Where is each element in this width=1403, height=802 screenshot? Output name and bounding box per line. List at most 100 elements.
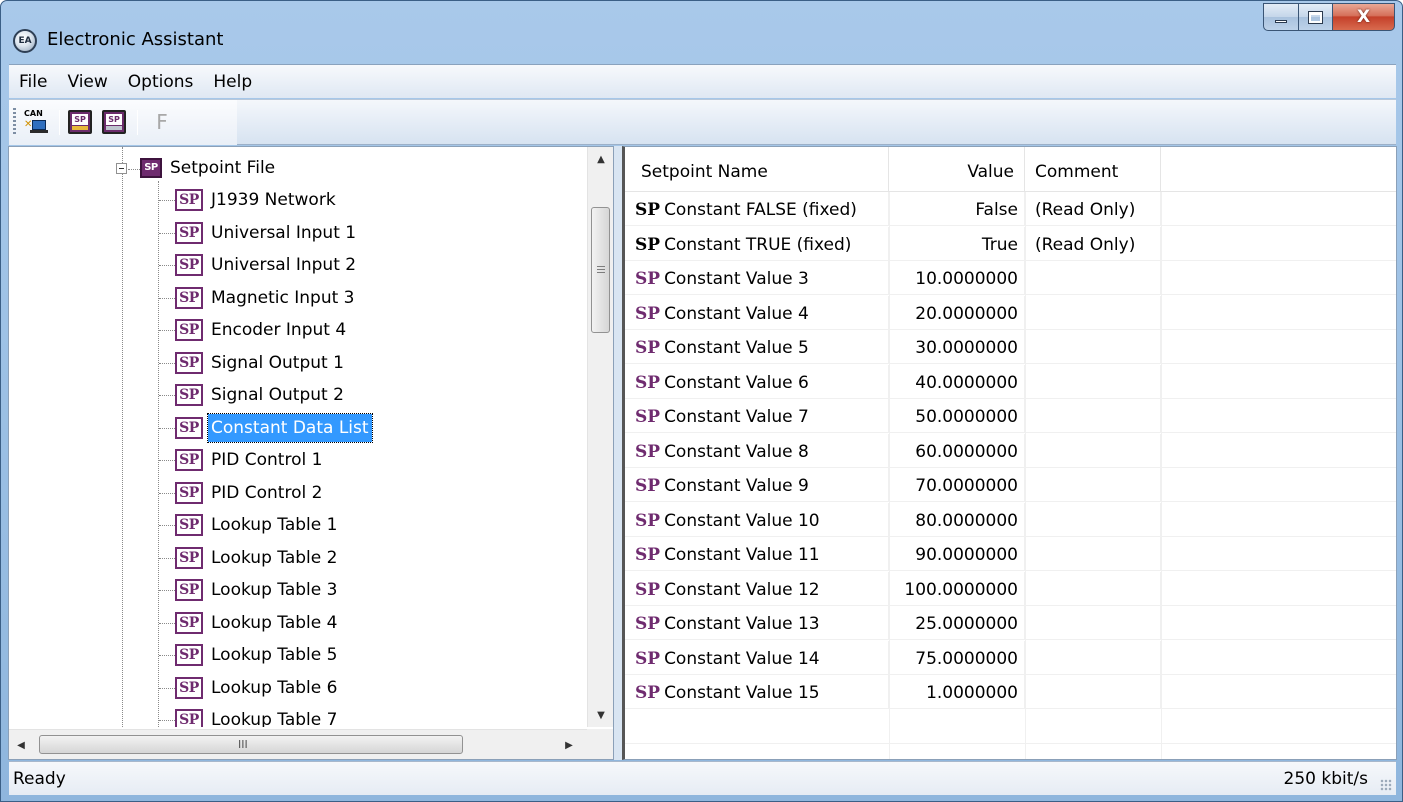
tree-item-label: J1939 Network	[211, 190, 336, 210]
setpoint-icon: SP	[175, 676, 203, 699]
list-row[interactable]: SP Constant Value 8 60.0000000	[625, 433, 1396, 468]
menu-view[interactable]: View	[57, 67, 117, 97]
maximize-button[interactable]	[1299, 3, 1333, 31]
setpoint-comment-cell	[1025, 537, 1161, 571]
tree-item[interactable]: SP PID Control 1	[175, 445, 325, 475]
setpoint-name-cell: SP Constant Value 6	[625, 364, 889, 399]
tree-item[interactable]: SP Constant Data List	[175, 412, 373, 443]
list-row[interactable]: SP Constant Value 5 30.0000000	[625, 330, 1396, 364]
list-row[interactable]: SP Constant TRUE (fixed) True (Read Only)	[625, 226, 1396, 261]
tree-item[interactable]: SP Lookup Table 4	[175, 608, 340, 638]
tree-item[interactable]: SP Lookup Table 6	[175, 673, 340, 703]
tree-item-label: Encoder Input 4	[211, 320, 347, 340]
tree-item[interactable]: SP Signal Output 2	[175, 380, 347, 410]
column-header-value[interactable]: Value	[889, 147, 1025, 192]
scroll-up-arrow-icon[interactable]: ▲	[588, 147, 613, 171]
tree-item[interactable]: SP Lookup Table 3	[175, 575, 340, 605]
setpoint-name-cell: SP Constant Value 9	[625, 468, 889, 502]
setpoint-icon: SP	[175, 384, 203, 406]
save-setpoint-button[interactable]: SP	[99, 107, 129, 137]
tree-item[interactable]: SP PID Control 2	[175, 478, 325, 508]
tree-root-setpoint-file[interactable]: SP Setpoint File	[140, 153, 278, 183]
scroll-left-arrow-icon[interactable]: ◀	[9, 730, 33, 759]
column-header-setpoint-name[interactable]: Setpoint Name	[625, 147, 889, 192]
scroll-corner	[587, 729, 613, 759]
tree-vertical-scrollbar[interactable]: ▲ ▼	[587, 147, 613, 727]
setpoint-type-icon: SP	[635, 200, 661, 220]
tree-item[interactable]: SP Encoder Input 4	[175, 315, 349, 345]
setpoint-name: Constant Value 5	[664, 338, 809, 358]
scroll-right-arrow-icon[interactable]: ▶	[557, 730, 581, 759]
tree-item[interactable]: SP Lookup Table 7	[175, 705, 340, 727]
tree-hscroll-thumb[interactable]: III	[39, 735, 463, 754]
tree-item[interactable]: SP Signal Output 1	[175, 348, 347, 378]
tree-line	[159, 427, 175, 429]
can-connect-button[interactable]: CAN ✕	[21, 107, 51, 137]
setpoint-icon: SP	[175, 644, 203, 666]
list-row[interactable]: SP Constant Value 14 75.0000000	[625, 640, 1396, 675]
setpoint-value-cell: 60.0000000	[889, 433, 1025, 468]
resize-grip-icon[interactable]	[1380, 779, 1392, 791]
open-setpoint-button[interactable]: SP	[65, 107, 95, 137]
tree-item[interactable]: SP Universal Input 2	[175, 250, 359, 280]
tree-horizontal-scrollbar[interactable]: ◀ III ▶	[9, 729, 587, 759]
setpoint-icon: SP	[175, 579, 203, 601]
tree-item[interactable]: SP Universal Input 1	[175, 218, 359, 248]
tree-item-label: Lookup Table 6	[211, 677, 338, 698]
list-row[interactable]: SP Constant Value 4 20.0000000	[625, 295, 1396, 330]
close-button[interactable]: X	[1333, 3, 1395, 31]
setpoint-name-cell: SP Constant Value 10	[625, 502, 889, 537]
list-row[interactable]: SP Constant Value 15 1.0000000	[625, 675, 1396, 709]
list-row[interactable]: SP Constant Value 13 25.0000000	[625, 606, 1396, 640]
list-row[interactable]: SP Constant Value 10 80.0000000	[625, 502, 1396, 537]
list-header: Setpoint Name Value Comment	[625, 147, 1396, 192]
save-setpoint-icon: SP	[102, 110, 126, 134]
tree-vscroll-thumb[interactable]	[591, 207, 610, 333]
list-row[interactable]: SP Constant Value 7 50.0000000	[625, 399, 1396, 433]
list-row[interactable]: SP Constant FALSE (fixed) False (Read Only)	[625, 192, 1396, 226]
setpoint-comment-cell	[1025, 571, 1161, 606]
menu-file[interactable]: File	[9, 67, 57, 97]
list-row[interactable]: SP Constant Value 11 90.0000000	[625, 537, 1396, 571]
setpoint-comment-cell	[1025, 502, 1161, 537]
tree-item[interactable]: SP Lookup Table 5	[175, 640, 340, 670]
tree-line	[159, 590, 175, 591]
setpoint-comment-cell	[1025, 364, 1161, 399]
setpoint-type-icon: SP	[635, 338, 661, 358]
setpoint-file-icon: SP	[140, 158, 162, 178]
toolbar-separator	[59, 110, 60, 135]
setpoint-type-icon: SP	[635, 269, 661, 289]
f-button[interactable]: F	[147, 107, 177, 137]
toolbar-grip[interactable]	[13, 108, 16, 136]
column-header-comment[interactable]: Comment	[1025, 147, 1161, 192]
title-bar: EA Electronic Assistant X	[1, 1, 1402, 63]
setpoint-icon: SP	[175, 611, 203, 634]
tree-line	[159, 460, 175, 461]
scroll-down-arrow-icon[interactable]: ▼	[588, 703, 613, 727]
minimize-button[interactable]	[1263, 3, 1299, 31]
setpoint-value-cell: 90.0000000	[889, 537, 1025, 571]
list-row-empty	[625, 710, 1396, 744]
collapse-toggle[interactable]	[116, 163, 127, 174]
list-row[interactable]: SP Constant Value 9 70.0000000	[625, 468, 1396, 502]
setpoint-value-cell: 75.0000000	[889, 640, 1025, 675]
list-row[interactable]: SP Constant Value 12 100.0000000	[625, 571, 1396, 606]
menu-help[interactable]: Help	[203, 67, 262, 97]
window-controls: X	[1263, 3, 1395, 31]
setpoint-name-cell: SP Constant Value 5	[625, 330, 889, 364]
list-row[interactable]: SP Constant Value 3 10.0000000	[625, 261, 1396, 295]
setpoint-name-cell: SP Constant Value 15	[625, 675, 889, 709]
setpoint-name-cell: SP Constant Value 11	[625, 537, 889, 571]
tree-item-label: Lookup Table 3	[211, 580, 338, 600]
setpoint-value-cell: 70.0000000	[889, 468, 1025, 502]
tree-item[interactable]: SP J1939 Network	[175, 185, 339, 215]
pane-splitter[interactable]	[614, 146, 622, 760]
menu-options[interactable]: Options	[118, 67, 204, 97]
tree-item[interactable]: SP Lookup Table 1	[175, 510, 340, 540]
tree-item[interactable]: SP Lookup Table 2	[175, 543, 340, 573]
setpoint-type-icon: SP	[635, 234, 661, 255]
app-logo-icon[interactable]: EA	[13, 29, 37, 53]
tree-item[interactable]: SP Magnetic Input 3	[175, 283, 358, 313]
setpoint-name: Constant Value 7	[664, 407, 809, 427]
list-row[interactable]: SP Constant Value 6 40.0000000	[625, 364, 1396, 399]
